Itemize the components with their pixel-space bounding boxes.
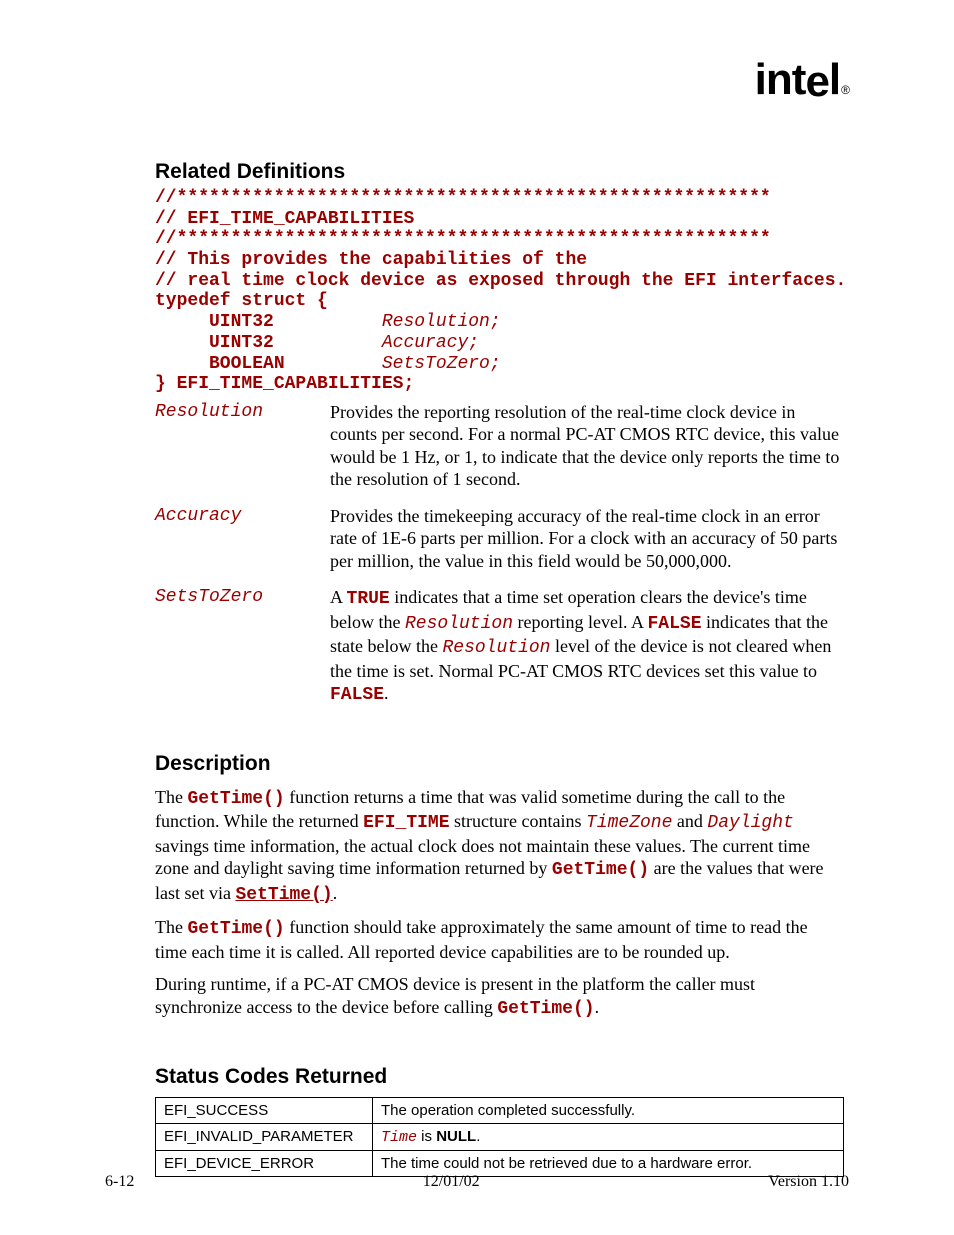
description-paragraph: The GetTime() function should take appro… [155,916,844,963]
page-footer: 6-12 12/01/02 Version 1.10 [105,1173,849,1191]
heading-related-definitions: Related Definitions [155,160,844,184]
status-desc: Time is NULL. [373,1124,844,1151]
params-list: Resolution Provides the reporting resolu… [155,401,844,707]
description-body: The GetTime() function returns a time th… [155,786,844,1021]
param-name: Resolution [155,401,330,422]
code-block: //**************************************… [155,188,844,395]
table-row: EFI_INVALID_PARAMETER Time is NULL. [156,1124,844,1151]
footer-version: Version 1.10 [768,1173,849,1191]
heading-status-codes: Status Codes Returned [155,1065,844,1089]
param-setstozero: SetsToZero A TRUE indicates that a time … [155,586,844,707]
param-name: SetsToZero [155,586,330,607]
param-accuracy: Accuracy Provides the timekeeping accura… [155,505,844,573]
table-row: EFI_SUCCESS The operation completed succ… [156,1098,844,1124]
param-name: Accuracy [155,505,330,526]
status-desc: The operation completed successfully. [373,1098,844,1124]
status-codes-table: EFI_SUCCESS The operation completed succ… [155,1097,844,1177]
status-code: EFI_INVALID_PARAMETER [156,1124,373,1151]
param-resolution: Resolution Provides the reporting resolu… [155,401,844,491]
param-desc: A TRUE indicates that a time set operati… [330,586,844,707]
status-code: EFI_SUCCESS [156,1098,373,1124]
description-paragraph: The GetTime() function returns a time th… [155,786,844,907]
page: intel® Related Definitions //***********… [0,0,954,1235]
footer-page-number: 6-12 [105,1173,134,1191]
heading-description: Description [155,752,844,776]
footer-date: 12/01/02 [423,1173,480,1191]
param-desc: Provides the reporting resolution of the… [330,401,844,491]
intel-logo: intel® [755,55,849,105]
description-paragraph: During runtime, if a PC-AT CMOS device i… [155,973,844,1020]
param-desc: Provides the timekeeping accuracy of the… [330,505,844,573]
